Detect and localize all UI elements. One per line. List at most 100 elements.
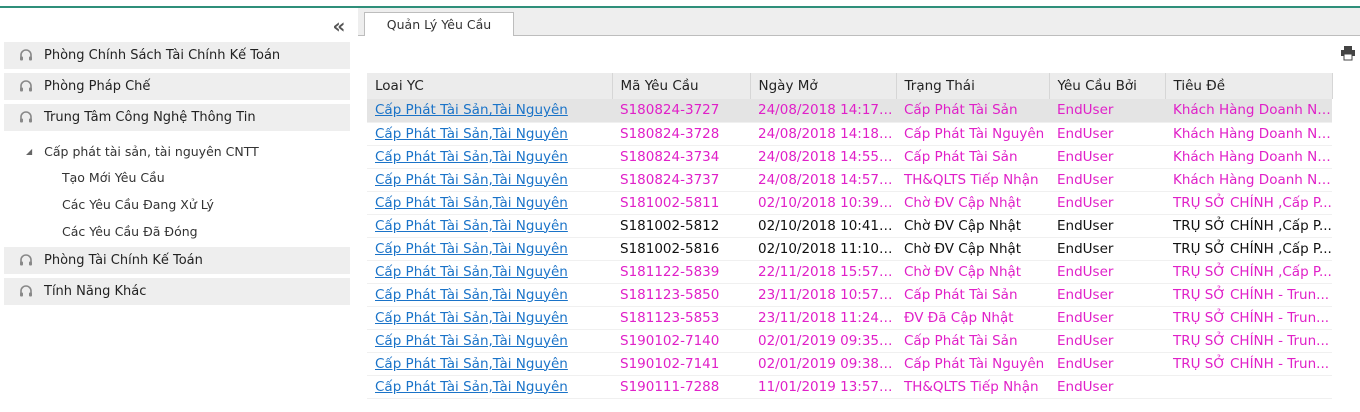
sidebar-item-dang-xu-ly[interactable]: Các Yêu Cầu Đang Xử Lý <box>62 197 214 212</box>
cell-yeu-cau-boi: EndUser <box>1049 214 1165 238</box>
cell-ma-yeu-cau: S180824-3727 <box>612 99 750 123</box>
cell-ngay-mo: 22/11/2018 15:57:43 <box>750 260 896 284</box>
cell-ngay-mo: 02/10/2018 10:39:35 <box>750 191 896 215</box>
cell-ma-yeu-cau: S181002-5812 <box>612 214 750 238</box>
cell-yeu-cau-boi: EndUser <box>1049 375 1165 399</box>
cell-loai-yc: Cấp Phát Tài Sản,Tài Nguyên <box>367 168 612 192</box>
table-row[interactable]: Cấp Phát Tài Sản,Tài Nguyên S181123-5850 2… <box>367 283 1332 307</box>
column-header-yeu-cau-boi[interactable]: Yêu Cầu Bởi <box>1049 73 1166 99</box>
sidebar-item-tinh-nang-khac[interactable]: Tính Năng Khác <box>4 278 350 305</box>
table-row[interactable]: Cấp Phát Tài Sản,Tài Nguyên S190111-7288 1… <box>367 375 1332 399</box>
cell-loai-yc: Cấp Phát Tài Sản,Tài Nguyên <box>367 122 612 146</box>
cell-tieu-de: TRỤ SỞ CHÍNH ,Cấp P... <box>1165 260 1332 284</box>
request-type-link[interactable]: Cấp Phát Tài Sản,Tài Nguyên <box>375 356 568 372</box>
headset-icon <box>18 48 34 64</box>
table-row[interactable]: Cấp Phát Tài Sản,Tài Nguyên S181002-5812 0… <box>367 214 1332 238</box>
table-row[interactable]: Cấp Phát Tài Sản,Tài Nguyên S181123-5853 2… <box>367 306 1332 330</box>
cell-ngay-mo: 24/08/2018 14:18:09 <box>750 122 896 146</box>
cell-ma-yeu-cau: S181123-5850 <box>612 283 750 307</box>
cell-ma-yeu-cau: S181002-5816 <box>612 237 750 261</box>
table-row[interactable]: Cấp Phát Tài Sản,Tài Nguyên S181002-5811 0… <box>367 191 1332 215</box>
cell-trang-thai: Cấp Phát Tài Nguyên <box>896 352 1049 376</box>
cell-tieu-de: Khách Hàng Doanh Ng... <box>1165 122 1332 146</box>
cell-ngay-mo: 11/01/2019 13:57:04 <box>750 375 896 399</box>
cell-yeu-cau-boi: EndUser <box>1049 191 1165 215</box>
cell-yeu-cau-boi: EndUser <box>1049 168 1165 192</box>
expanded-triangle-icon: ◢ <box>26 147 33 156</box>
collapse-sidebar-icon[interactable]: « <box>328 16 350 36</box>
sidebar-item-da-dong[interactable]: Các Yêu Cầu Đã Đóng <box>62 224 198 239</box>
printer-icon[interactable] <box>1340 45 1356 61</box>
sidebar-item-label: Phòng Chính Sách Tài Chính Kế Toán <box>44 48 281 63</box>
tab-bar: Quản Lý Yêu Cầu <box>358 8 1360 36</box>
request-type-link[interactable]: Cấp Phát Tài Sản,Tài Nguyên <box>375 379 568 395</box>
cell-ngay-mo: 23/11/2018 11:24:49 <box>750 306 896 330</box>
request-type-link[interactable]: Cấp Phát Tài Sản,Tài Nguyên <box>375 102 568 118</box>
table-header-row: Loai YC Mã Yêu Cầu Ngày Mở Trạng Thái Yê… <box>367 73 1333 99</box>
request-type-link[interactable]: Cấp Phát Tài Sản,Tài Nguyên <box>375 287 568 303</box>
request-type-link[interactable]: Cấp Phát Tài Sản,Tài Nguyên <box>375 149 568 165</box>
sidebar-subgroup-cap-phat[interactable]: ◢ Cấp phát tài sản, tài nguyên CNTT <box>26 144 259 159</box>
cell-ngay-mo: 02/01/2019 09:38:37 <box>750 352 896 376</box>
cell-trang-thai: Cấp Phát Tài Sản <box>896 145 1049 169</box>
cell-ma-yeu-cau: S190111-7288 <box>612 375 750 399</box>
sidebar-item-phap-che[interactable]: Phòng Pháp Chế <box>4 73 350 100</box>
sidebar-item-tai-chinh-ke-toan[interactable]: Phòng Tài Chính Kế Toán <box>4 247 350 274</box>
request-type-link[interactable]: Cấp Phát Tài Sản,Tài Nguyên <box>375 172 568 188</box>
table-row[interactable]: Cấp Phát Tài Sản,Tài Nguyên S180824-3734 2… <box>367 145 1332 169</box>
request-type-link[interactable]: Cấp Phát Tài Sản,Tài Nguyên <box>375 333 568 349</box>
cell-trang-thai: Cấp Phát Tài Sản <box>896 283 1049 307</box>
sidebar-item-tao-moi[interactable]: Tạo Mới Yêu Cầu <box>62 170 165 185</box>
cell-ma-yeu-cau: S181123-5853 <box>612 306 750 330</box>
column-header-tieu-de[interactable]: Tiêu Đề <box>1165 73 1333 99</box>
cell-tieu-de: Khách Hàng Doanh Ng... <box>1165 168 1332 192</box>
cell-loai-yc: Cấp Phát Tài Sản,Tài Nguyên <box>367 260 612 284</box>
request-type-link[interactable]: Cấp Phát Tài Sản,Tài Nguyên <box>375 310 568 326</box>
cell-loai-yc: Cấp Phát Tài Sản,Tài Nguyên <box>367 214 612 238</box>
cell-loai-yc: Cấp Phát Tài Sản,Tài Nguyên <box>367 237 612 261</box>
headset-icon <box>18 110 34 126</box>
column-header-trang-thai[interactable]: Trạng Thái <box>896 73 1050 99</box>
cell-tieu-de: TRỤ SỞ CHÍNH - Trun... <box>1165 329 1332 353</box>
sidebar: « Phòng Chính Sách Tài Chính Kế Toán Phò… <box>0 8 358 412</box>
table-row[interactable]: Cấp Phát Tài Sản,Tài Nguyên S181122-5839 2… <box>367 260 1332 284</box>
cell-ma-yeu-cau: S180824-3734 <box>612 145 750 169</box>
cell-ma-yeu-cau: S190102-7140 <box>612 329 750 353</box>
cell-trang-thai: Chờ ĐV Cập Nhật <box>896 237 1049 261</box>
table-row[interactable]: Cấp Phát Tài Sản,Tài Nguyên S190102-7141 0… <box>367 352 1332 376</box>
cell-trang-thai: TH&QLTS Tiếp Nhận <box>896 375 1049 399</box>
headset-icon <box>18 284 34 300</box>
cell-ma-yeu-cau: S180824-3737 <box>612 168 750 192</box>
cell-yeu-cau-boi: EndUser <box>1049 99 1165 123</box>
table-row[interactable]: Cấp Phát Tài Sản,Tài Nguyên S190102-7140 0… <box>367 329 1332 353</box>
cell-tieu-de <box>1165 375 1332 399</box>
request-type-link[interactable]: Cấp Phát Tài Sản,Tài Nguyên <box>375 195 568 211</box>
headset-icon <box>18 79 34 95</box>
sidebar-item-cntt[interactable]: Trung Tâm Công Nghệ Thông Tin <box>4 104 350 131</box>
request-type-link[interactable]: Cấp Phát Tài Sản,Tài Nguyên <box>375 126 568 142</box>
table-row[interactable]: Cấp Phát Tài Sản,Tài Nguyên S180824-3728 2… <box>367 122 1332 146</box>
table-row[interactable]: Cấp Phát Tài Sản,Tài Nguyên S180824-3727 2… <box>367 99 1332 123</box>
headset-icon <box>18 253 34 269</box>
sidebar-item-label: Tính Năng Khác <box>44 284 147 299</box>
sidebar-item-label: Trung Tâm Công Nghệ Thông Tin <box>44 110 256 125</box>
request-type-link[interactable]: Cấp Phát Tài Sản,Tài Nguyên <box>375 264 568 280</box>
column-header-ngay-mo[interactable]: Ngày Mở <box>750 73 897 99</box>
requests-table: Loai YC Mã Yêu Cầu Ngày Mở Trạng Thái Yê… <box>367 73 1333 399</box>
cell-tieu-de: TRỤ SỞ CHÍNH - Trun... <box>1165 283 1332 307</box>
cell-loai-yc: Cấp Phát Tài Sản,Tài Nguyên <box>367 306 612 330</box>
cell-ngay-mo: 24/08/2018 14:57:26 <box>750 168 896 192</box>
table-row[interactable]: Cấp Phát Tài Sản,Tài Nguyên S180824-3737 2… <box>367 168 1332 192</box>
cell-yeu-cau-boi: EndUser <box>1049 329 1165 353</box>
request-type-link[interactable]: Cấp Phát Tài Sản,Tài Nguyên <box>375 218 568 234</box>
request-type-link[interactable]: Cấp Phát Tài Sản,Tài Nguyên <box>375 241 568 257</box>
table-row[interactable]: Cấp Phát Tài Sản,Tài Nguyên S181002-5816 0… <box>367 237 1332 261</box>
sidebar-item-chinh-sach-tai-chinh[interactable]: Phòng Chính Sách Tài Chính Kế Toán <box>4 42 350 69</box>
column-header-loai-yc[interactable]: Loai YC <box>367 73 613 99</box>
cell-trang-thai: Chờ ĐV Cập Nhật <box>896 191 1049 215</box>
cell-yeu-cau-boi: EndUser <box>1049 283 1165 307</box>
column-header-ma-yeu-cau[interactable]: Mã Yêu Cầu <box>612 73 751 99</box>
tab-quan-ly-yeu-cau[interactable]: Quản Lý Yêu Cầu <box>364 12 514 36</box>
cell-trang-thai: Cấp Phát Tài Sản <box>896 99 1049 123</box>
cell-tieu-de: TRỤ SỞ CHÍNH ,Cấp P... <box>1165 237 1332 261</box>
